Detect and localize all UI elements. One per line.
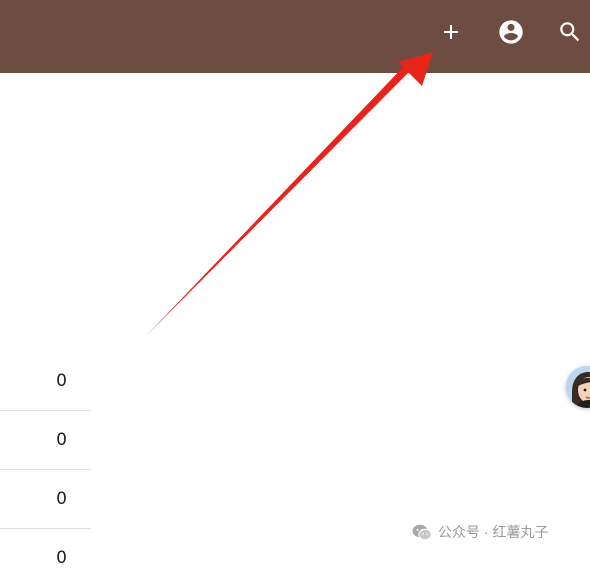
list-item-value: 0: [56, 548, 67, 568]
list-item-value: 0: [56, 430, 67, 450]
avatar-helper-button[interactable]: [566, 366, 590, 408]
top-app-bar: [0, 0, 590, 73]
list-item[interactable]: 0: [0, 470, 91, 529]
list-item-value: 0: [56, 489, 67, 509]
account-circle-icon: [499, 20, 523, 44]
list-item[interactable]: 0: [0, 529, 91, 588]
wechat-icon: [412, 524, 432, 540]
watermark-text: 公众号 · 红薯丸子: [438, 524, 549, 540]
add-button[interactable]: [433, 14, 469, 50]
plus-icon: [444, 25, 458, 39]
account-button[interactable]: [493, 14, 529, 50]
list-item-value: 0: [56, 371, 67, 391]
list-item[interactable]: 0: [0, 411, 91, 470]
watermark: 公众号 · 红薯丸子: [412, 522, 548, 542]
list-item[interactable]: 0: [0, 352, 91, 411]
count-list: 0 0 0 0: [0, 352, 91, 588]
avatar-helper-icon: [566, 366, 590, 408]
search-button[interactable]: [552, 14, 588, 50]
search-icon: [560, 22, 580, 42]
